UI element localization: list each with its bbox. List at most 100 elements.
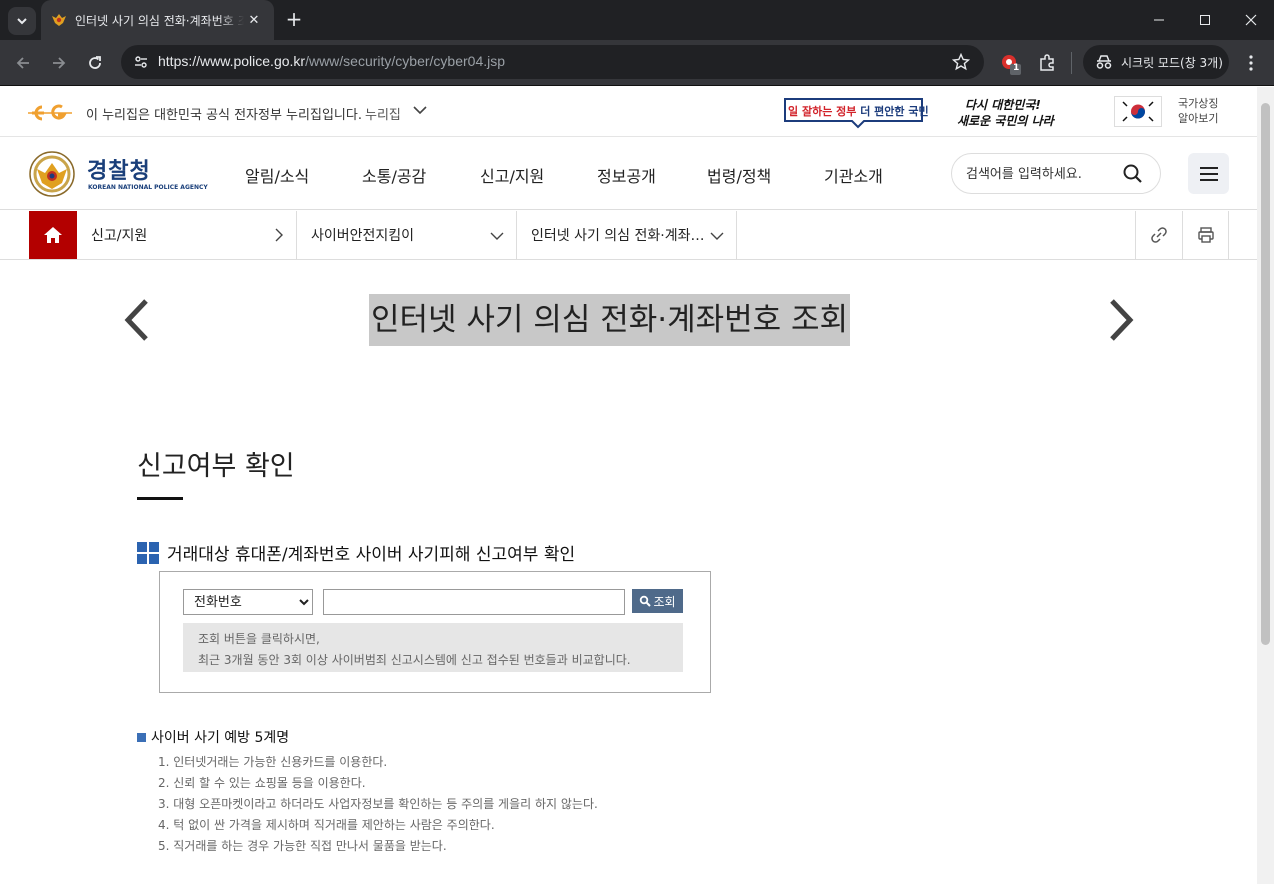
prev-page-arrow-icon[interactable] <box>122 298 152 342</box>
close-tab-icon[interactable]: ✕ <box>244 13 264 28</box>
extension-button[interactable]: 1 <box>1000 53 1022 75</box>
national-symbols-link[interactable]: 국가상징 알아보기 <box>1178 96 1218 126</box>
list-item: 3. 대형 오픈마켓이라고 하더라도 사업자정보를 확인하는 등 주의를 게을리… <box>158 797 598 811</box>
tab-search-button[interactable] <box>8 7 36 35</box>
nav-item-report[interactable]: 신고/지원 <box>480 163 544 187</box>
taegukgi-icon <box>1115 97 1161 126</box>
section-title: 신고여부 확인 <box>137 451 295 482</box>
site-search <box>951 153 1161 194</box>
check-form: 전화번호 조회 조회 버튼을 클릭하시면, 최근 3개월 동안 3회 이상 사이… <box>159 571 711 693</box>
close-icon <box>1245 14 1257 26</box>
more-vertical-icon <box>1249 55 1253 71</box>
url-path: /www/security/cyber/cyber04.jsp <box>305 53 506 69</box>
reload-button[interactable] <box>81 49 109 77</box>
scrollbar-thumb[interactable] <box>1261 103 1270 645</box>
slogan2-line2: 새로운 국민의 나라 <box>957 114 1054 128</box>
page-title: 인터넷 사기 의심 전화·계좌번호 조회 <box>369 294 851 346</box>
breadcrumb-level1-label: 신고/지원 <box>91 228 148 244</box>
back-button[interactable] <box>9 49 37 77</box>
breadcrumb-level2-label: 사이버안전지킴이 <box>311 228 415 244</box>
search-icon <box>640 595 652 607</box>
nuri-toggle[interactable]: 누리집 <box>365 104 401 123</box>
nav-item-disclosure[interactable]: 정보공개 <box>597 163 656 187</box>
copy-link-button[interactable] <box>1135 211 1182 259</box>
chevron-down-icon <box>17 18 27 25</box>
slogan-banner-2[interactable]: 다시 대한민국! 새로운 국민의 나라 <box>955 95 1065 129</box>
arrow-right-icon <box>53 57 66 69</box>
national-flag[interactable] <box>1114 96 1162 127</box>
search-icon[interactable] <box>1122 163 1144 185</box>
grid-icon <box>137 541 159 564</box>
all-menu-button[interactable] <box>1188 153 1229 194</box>
address-bar[interactable]: https://www.police.go.kr/www/security/cy… <box>121 45 984 79</box>
close-window-button[interactable] <box>1228 0 1274 40</box>
list-item: 5. 직거래를 하는 경우 가능한 직접 만나서 물품을 받는다. <box>158 839 447 853</box>
nav-item-about[interactable]: 기관소개 <box>824 163 883 187</box>
chevron-down-icon[interactable] <box>412 103 428 117</box>
breadcrumb-level3-dropdown[interactable]: 인터넷 사기 의심 전화·계좌… <box>517 211 737 259</box>
chevron-down-icon <box>490 232 504 240</box>
search-input[interactable] <box>966 164 1116 184</box>
next-page-arrow-icon[interactable] <box>1106 298 1136 342</box>
nav-item-communication[interactable]: 소통/공감 <box>362 163 426 187</box>
browser-tab-active[interactable]: 인터넷 사기 의심 전화·계좌번호 조회 ✕ <box>41 0 274 40</box>
breadcrumb-level2-dropdown[interactable]: 사이버안전지킴이 <box>297 211 517 259</box>
site-info-icon[interactable] <box>133 54 149 70</box>
url-host: https://www.police.go.kr <box>158 53 306 69</box>
police-logo[interactable]: 경찰청 KOREAN NATIONAL POLICE AGENCY <box>29 151 208 199</box>
tips-heading-text: 사이버 사기 예방 5계명 <box>151 730 290 746</box>
query-button[interactable]: 조회 <box>632 589 683 613</box>
check-heading: 거래대상 휴대폰/계좌번호 사이버 사기피해 신고여부 확인 <box>137 540 575 565</box>
tab-title: 인터넷 사기 의심 전화·계좌번호 조회 <box>75 13 244 28</box>
list-item: 2. 신뢰 할 수 있는 쇼핑몰 등을 이용한다. <box>158 776 366 790</box>
slogan2-line1: 다시 대한민국! <box>965 98 1041 112</box>
gov-banner-text: 이 누리집은 대한민국 공식 전자정부 누리집입니다. <box>86 108 362 123</box>
extension-badge: 1 <box>1013 63 1020 73</box>
new-tab-button[interactable]: + <box>282 8 306 32</box>
breadcrumb-level1[interactable]: 신고/지원 <box>77 211 297 259</box>
page-scrollbar[interactable] <box>1257 87 1274 884</box>
link-icon <box>1151 227 1167 243</box>
extensions-button[interactable] <box>1033 49 1061 77</box>
chevron-right-icon <box>275 228 283 242</box>
print-button[interactable] <box>1182 211 1229 259</box>
browser-toolbar: https://www.police.go.kr/www/security/cy… <box>0 40 1274 86</box>
section-divider <box>137 497 183 500</box>
print-icon <box>1197 227 1214 243</box>
incognito-label: 시크릿 모드(창 3개) <box>1121 55 1223 70</box>
maximize-button[interactable] <box>1182 0 1228 40</box>
gov-banner: 이 누리집은 대한민국 공식 전자정부 누리집입니다. 누리집 일 잘하는 정부… <box>0 87 1257 137</box>
arrow-left-icon <box>16 57 29 69</box>
number-input[interactable] <box>323 589 625 615</box>
incognito-indicator[interactable]: 시크릿 모드(창 3개) <box>1083 45 1229 79</box>
bookmark-star-icon[interactable] <box>952 53 970 71</box>
tips-list: 1. 인터넷거래는 가능한 신용카드를 이용한다. 2. 신뢰 할 수 있는 쇼… <box>158 752 598 857</box>
slogan-banner-1[interactable]: 일 잘하는 정부 더 편안한 국민 <box>782 97 929 129</box>
query-button-label: 조회 <box>653 594 676 609</box>
browser-tab-bar: 인터넷 사기 의심 전화·계좌번호 조회 ✕ + <box>0 0 1274 40</box>
police-emblem-icon <box>29 151 75 197</box>
incognito-icon <box>1096 55 1112 69</box>
symbols-line2: 알아보기 <box>1178 112 1219 125</box>
nav-item-news[interactable]: 알림/소식 <box>245 163 309 187</box>
home-icon <box>44 227 62 243</box>
slogan1-part1: 일 잘하는 정부 <box>788 105 857 118</box>
url-text: https://www.police.go.kr/www/security/cy… <box>158 53 505 69</box>
puzzle-icon <box>1040 54 1054 71</box>
list-item: 4. 턱 없이 싼 가격을 제시하며 직거래를 제안하는 사람은 주의한다. <box>158 818 495 832</box>
maximize-icon <box>1200 15 1210 25</box>
location-bar: 신고/지원 사이버안전지킴이 인터넷 사기 의심 전화·계좌… <box>0 211 1257 260</box>
nav-item-law-policy[interactable]: 법령/정책 <box>707 163 771 187</box>
toolbar-divider <box>1071 52 1072 74</box>
slogan1-part2: 더 편안한 국민 <box>860 105 929 118</box>
browser-menu-button[interactable] <box>1237 49 1265 77</box>
forward-button[interactable] <box>45 49 73 77</box>
minimize-button[interactable] <box>1136 0 1182 40</box>
site-header: 경찰청 KOREAN NATIONAL POLICE AGENCY 알림/소식 … <box>0 138 1257 210</box>
check-heading-text: 거래대상 휴대폰/계좌번호 사이버 사기피해 신고여부 확인 <box>167 545 576 565</box>
list-item: 1. 인터넷거래는 가능한 신용카드를 이용한다. <box>158 755 388 769</box>
logo-name: 경찰청 <box>87 159 151 184</box>
breadcrumb-level3-label: 인터넷 사기 의심 전화·계좌… <box>531 228 705 244</box>
number-type-select[interactable]: 전화번호 <box>183 589 313 615</box>
home-button[interactable] <box>29 211 77 259</box>
